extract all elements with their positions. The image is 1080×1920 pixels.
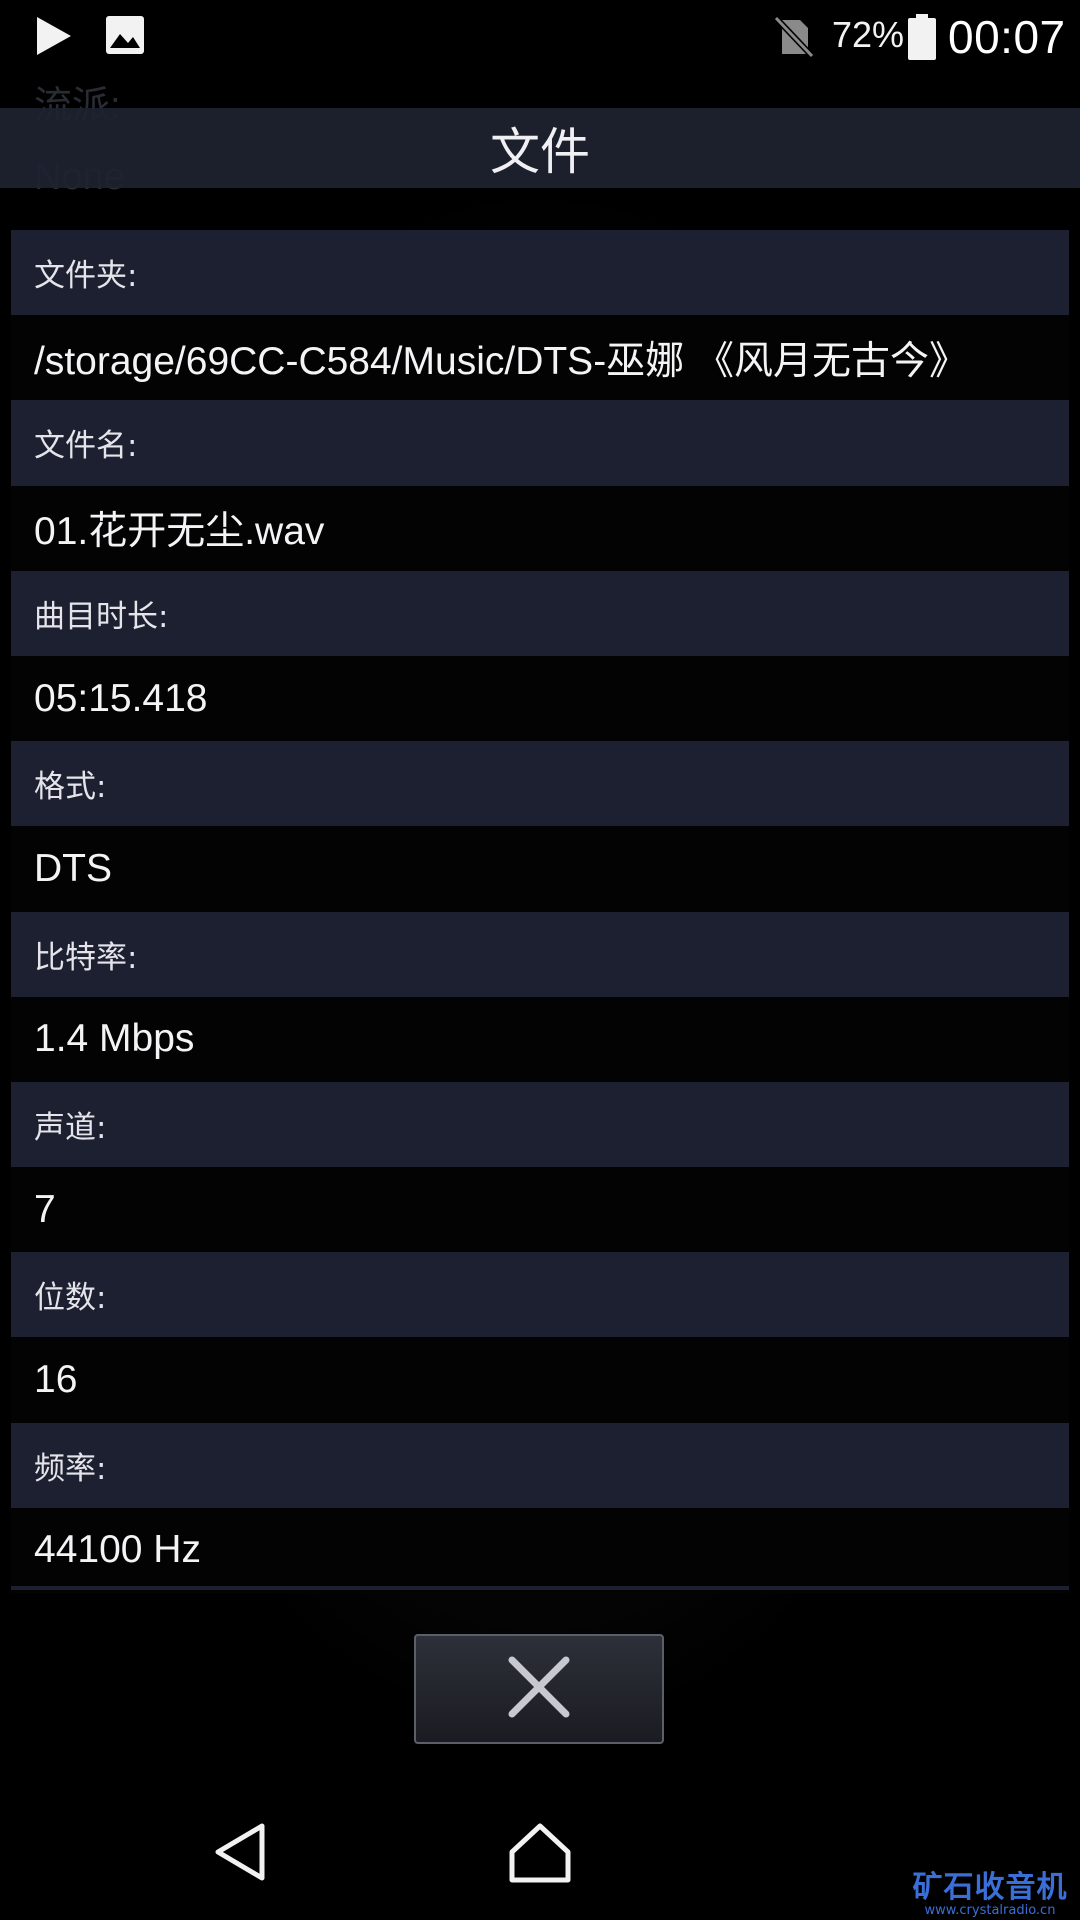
battery-percent: 72% xyxy=(832,14,905,55)
image-icon xyxy=(104,14,146,60)
field-value-sample-rate: 44100 Hz xyxy=(11,1507,1069,1593)
back-icon[interactable] xyxy=(212,1822,268,1886)
dialog-title: 文件 xyxy=(490,123,590,181)
field-value-bitrate: 1.4 Mbps xyxy=(11,996,1069,1082)
status-bar: 72% 00:07 xyxy=(0,0,1080,72)
field-label-filename: 文件名: xyxy=(11,400,1069,486)
field-label-duration: 曲目时长: xyxy=(11,570,1069,656)
field-value-format: DTS xyxy=(11,826,1069,912)
clock: 00:07 xyxy=(948,11,1066,63)
field-label-bit-depth: 位数: xyxy=(11,1252,1069,1338)
field-label-sample-rate: 频率: xyxy=(11,1422,1069,1508)
field-value-bit-depth: 16 xyxy=(11,1337,1069,1423)
field-label-folder: 文件夹: xyxy=(11,230,1069,316)
battery-icon xyxy=(906,14,938,64)
watermark-title: 矿石收音机 xyxy=(912,1870,1068,1905)
home-icon[interactable] xyxy=(508,1822,572,1888)
file-info-list[interactable]: 文件夹: /storage/69CC-C584/Music/DTS-巫娜 《风月… xyxy=(11,230,1069,1593)
watermark-url: www.crystalradio.cn xyxy=(924,1903,1056,1918)
no-sim-icon xyxy=(772,14,816,62)
watermark: 矿石收音机 www.crystalradio.cn xyxy=(900,1872,1080,1920)
play-icon xyxy=(34,14,74,62)
field-value-folder: /storage/69CC-C584/Music/DTS-巫娜 《风月无古今》 xyxy=(11,315,1069,401)
field-label-bitrate: 比特率: xyxy=(11,911,1069,997)
field-value-duration: 05:15.418 xyxy=(11,655,1069,742)
field-label-channels: 声道: xyxy=(11,1081,1069,1168)
field-value-filename: 01.花开无尘.wav xyxy=(11,485,1069,571)
close-button[interactable] xyxy=(414,1634,664,1744)
field-value-channels: 7 xyxy=(11,1167,1069,1253)
dialog-header: 文件 xyxy=(0,108,1080,188)
field-label-format: 格式: xyxy=(11,741,1069,827)
close-icon xyxy=(506,1654,572,1724)
list-divider xyxy=(11,1586,1069,1590)
